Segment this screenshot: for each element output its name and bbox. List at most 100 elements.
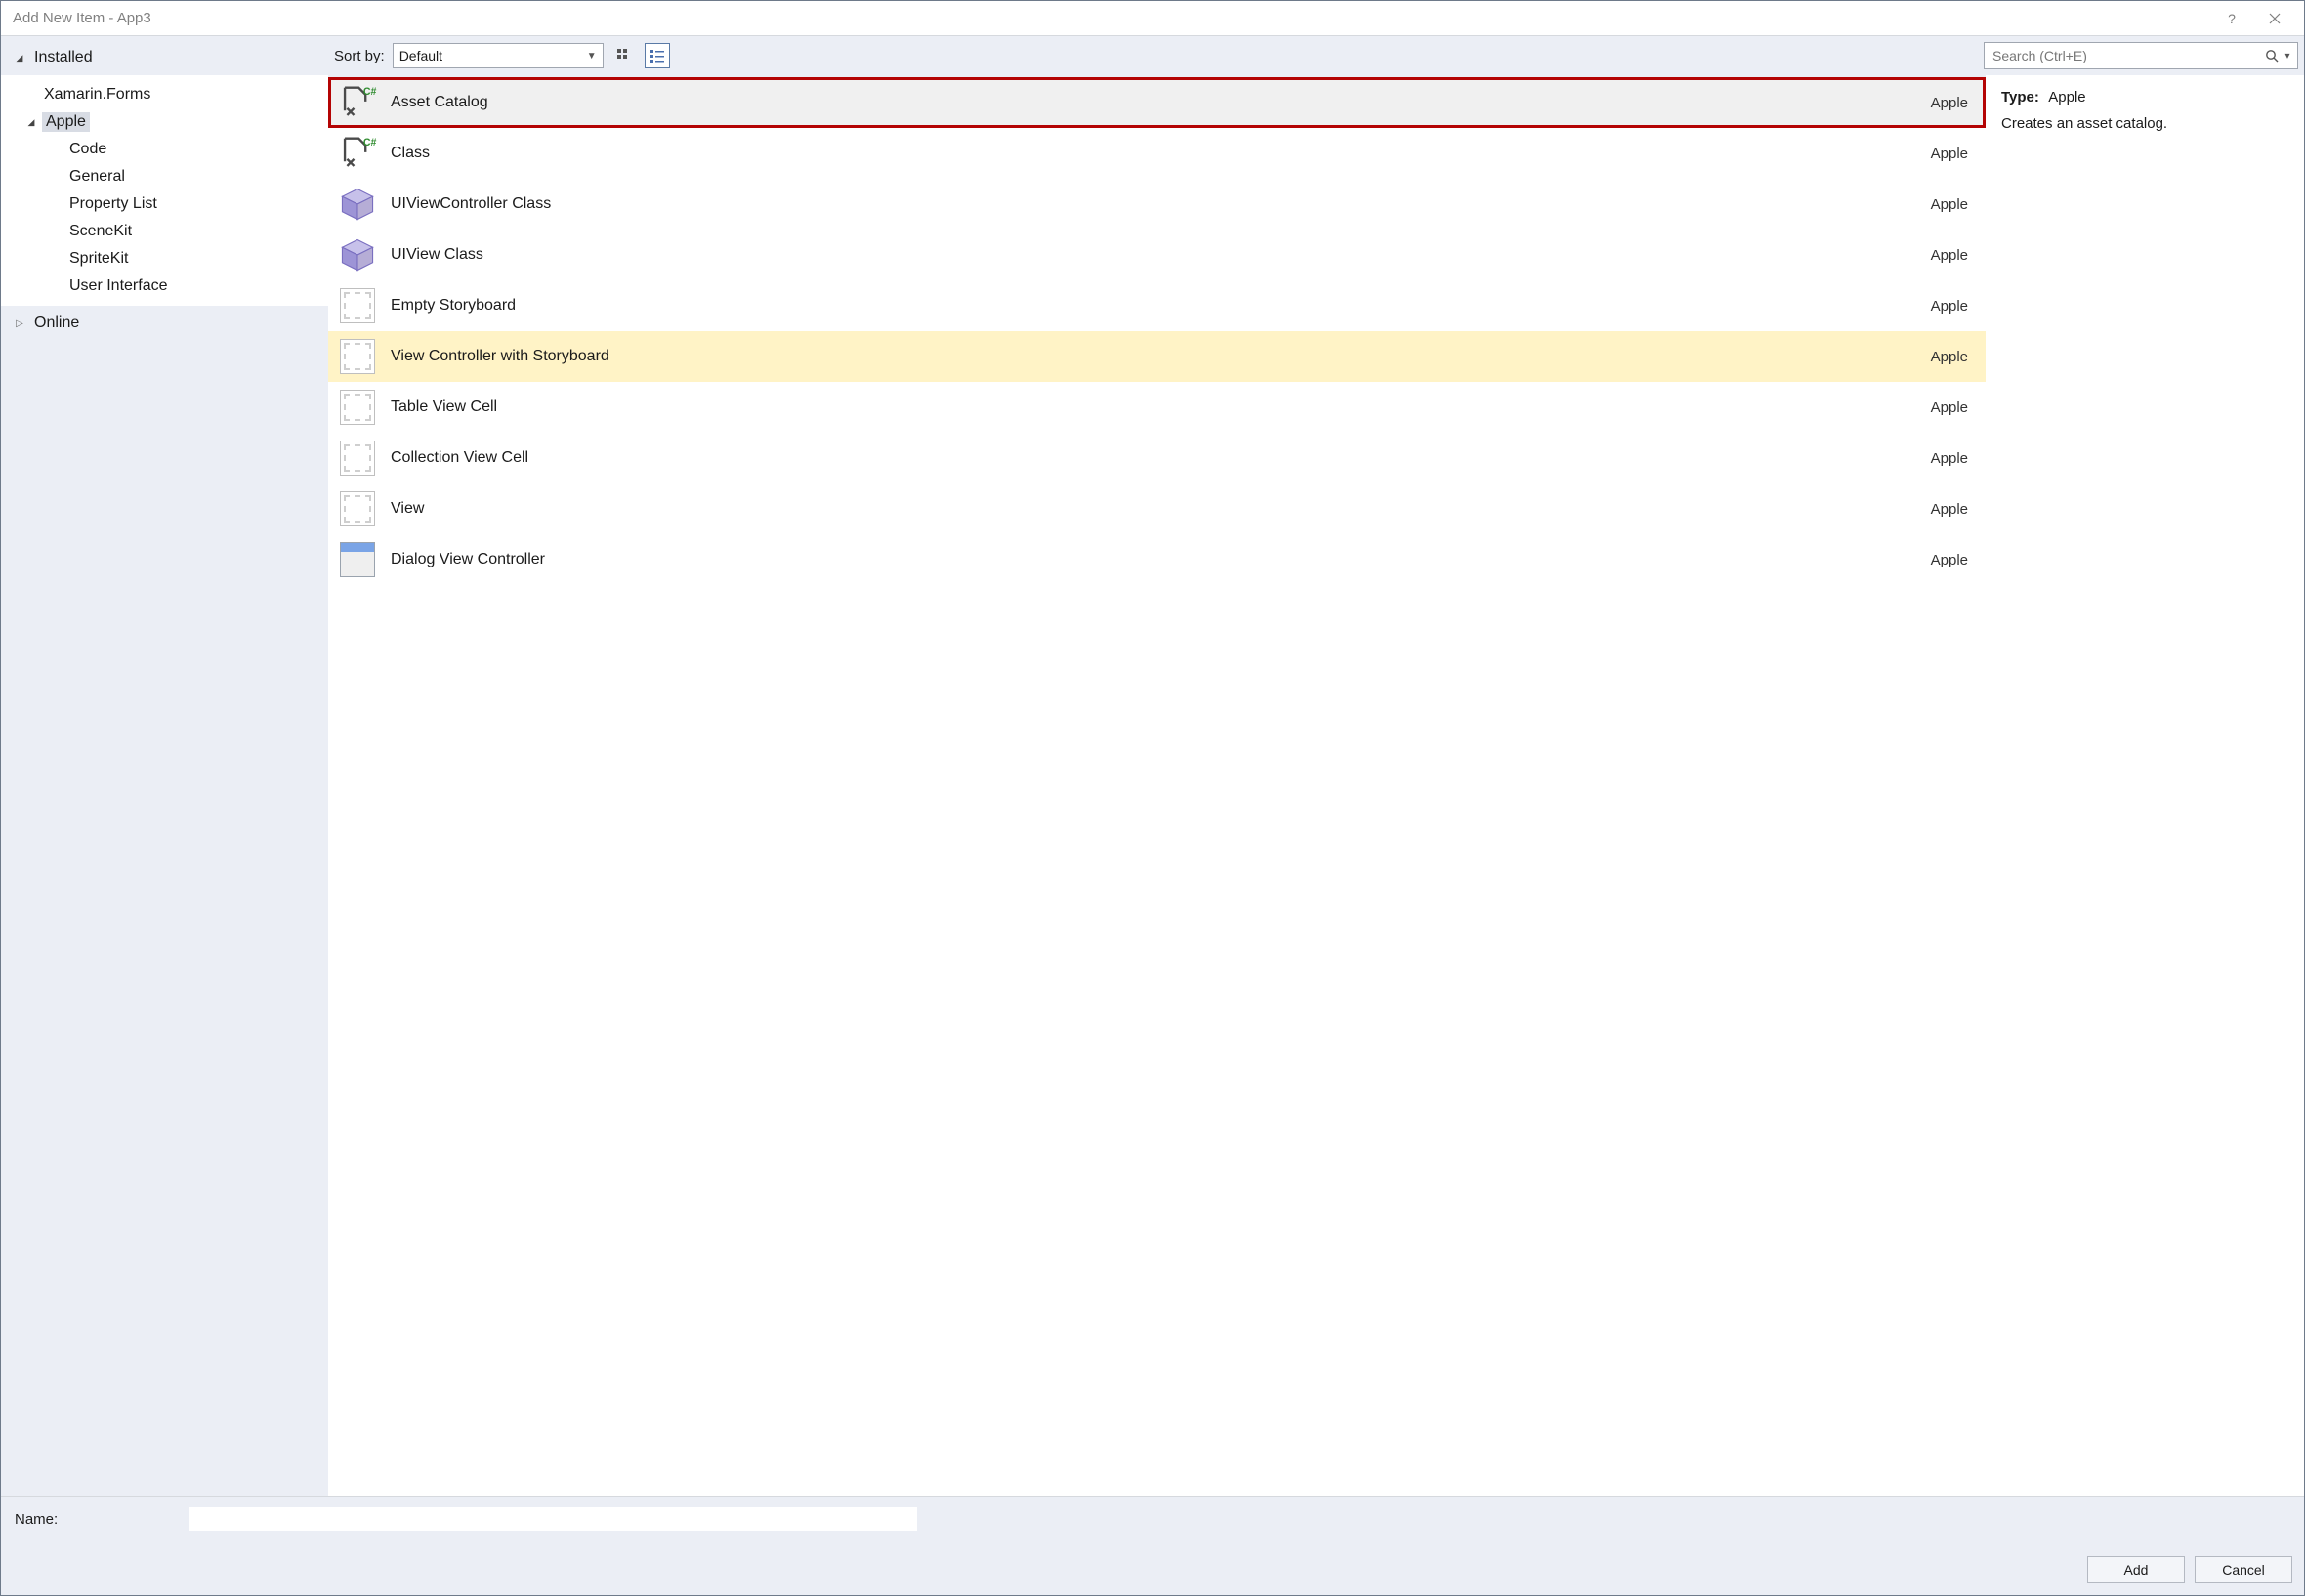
titlebar: Add New Item - App3 ? — [1, 1, 2304, 36]
template-row[interactable]: C# ClassApple — [328, 128, 1986, 179]
template-group: Apple — [1931, 95, 1968, 111]
search-icon[interactable] — [2262, 49, 2282, 63]
template-group: Apple — [1931, 298, 1968, 315]
main-area: Installed Xamarin.Forms Apple Code Gener… — [1, 36, 2304, 1496]
tree-installed-children: Xamarin.Forms Apple Code General Propert… — [1, 75, 328, 306]
template-icon — [338, 388, 377, 427]
template-group: Apple — [1931, 247, 1968, 264]
template-group: Apple — [1931, 196, 1968, 213]
tree-online[interactable]: Online — [1, 310, 328, 337]
details-type-row: Type: Apple — [2001, 89, 2288, 105]
toolbar: Sort by: Default ▼ ▾ — [328, 36, 2304, 75]
view-tiles-button[interactable] — [611, 43, 637, 68]
template-group: Apple — [1931, 552, 1968, 568]
details-description: Creates an asset catalog. — [2001, 115, 2288, 132]
list-icon — [650, 48, 665, 63]
tree-item-label: Apple — [42, 112, 90, 132]
tree-installed-label: Installed — [30, 48, 97, 67]
template-list[interactable]: C#Asset CatalogAppleC#ClassAppleUIViewCo… — [328, 77, 1986, 1496]
template-icon: C# — [338, 134, 377, 173]
name-input[interactable] — [189, 1507, 917, 1531]
template-name: Class — [391, 145, 1931, 162]
details-type-label: Type: — [2001, 89, 2039, 105]
template-row[interactable]: UIView ClassApple — [328, 230, 1986, 280]
template-name: UIView Class — [391, 246, 1931, 264]
tree-item-label: User Interface — [65, 276, 171, 296]
chevron-down-icon — [24, 115, 38, 129]
template-row[interactable]: Dialog View ControllerApple — [328, 534, 1986, 585]
template-name: View Controller with Storyboard — [391, 348, 1931, 365]
template-name: View — [391, 500, 1931, 518]
tree-online-label: Online — [30, 314, 83, 333]
tree-item-general[interactable]: General — [1, 163, 328, 190]
template-name: Empty Storyboard — [391, 297, 1931, 315]
template-group: Apple — [1931, 349, 1968, 365]
template-name: UIViewController Class — [391, 195, 1931, 213]
name-label: Name: — [13, 1511, 179, 1528]
help-button[interactable]: ? — [2210, 4, 2253, 33]
svg-text:C#: C# — [363, 86, 377, 98]
tree-item-label: General — [65, 167, 129, 187]
template-row[interactable]: C# Asset CatalogApple — [328, 77, 1986, 128]
template-name: Collection View Cell — [391, 449, 1931, 467]
category-tree: Installed Xamarin.Forms Apple Code Gener… — [1, 36, 328, 1496]
template-icon — [338, 185, 377, 224]
template-row[interactable]: Table View CellApple — [328, 382, 1986, 433]
sort-by-value: Default — [399, 48, 442, 63]
template-icon — [338, 439, 377, 478]
tree-installed[interactable]: Installed — [1, 44, 328, 71]
template-row[interactable]: UIViewController ClassApple — [328, 179, 1986, 230]
template-name: Table View Cell — [391, 399, 1931, 416]
tree-item-property-list[interactable]: Property List — [1, 190, 328, 218]
sort-by-select[interactable]: Default ▼ — [393, 43, 604, 68]
details-type-value: Apple — [2048, 89, 2085, 105]
bottom-panel: Name: Add Cancel — [1, 1496, 2304, 1595]
template-icon — [338, 489, 377, 528]
template-row[interactable]: View Controller with StoryboardApple — [328, 331, 1986, 382]
add-button-label: Add — [2124, 1562, 2149, 1577]
tree-item-label: SceneKit — [65, 222, 136, 241]
name-row: Name: — [13, 1507, 2292, 1531]
template-group: Apple — [1931, 501, 1968, 518]
window-title: Add New Item - App3 — [13, 10, 2210, 26]
template-row[interactable]: ViewApple — [328, 483, 1986, 534]
tree-item-label: SpriteKit — [65, 249, 132, 269]
tree-item-code[interactable]: Code — [1, 136, 328, 163]
template-row[interactable]: Empty StoryboardApple — [328, 280, 1986, 331]
search-dropdown-icon[interactable]: ▾ — [2282, 51, 2293, 62]
tree-item-user-interface[interactable]: User Interface — [1, 273, 328, 300]
template-group: Apple — [1931, 450, 1968, 467]
close-button[interactable] — [2253, 4, 2296, 33]
search-input[interactable] — [1992, 48, 2262, 63]
chevron-down-icon — [13, 51, 26, 64]
sort-by-label: Sort by: — [334, 48, 385, 64]
template-name: Asset Catalog — [391, 94, 1931, 111]
tree-item-label: Xamarin.Forms — [40, 85, 154, 105]
details-panel: Type: Apple Creates an asset catalog. — [1986, 75, 2304, 1496]
template-icon — [338, 540, 377, 579]
search-box[interactable]: ▾ — [1984, 42, 2298, 69]
tree-item-label: Code — [65, 140, 110, 159]
center-column: Sort by: Default ▼ ▾ C#Asset CatalogAppl… — [328, 36, 2304, 1496]
tree-item-apple[interactable]: Apple — [1, 108, 328, 136]
template-name: Dialog View Controller — [391, 551, 1931, 568]
template-group: Apple — [1931, 146, 1968, 162]
template-icon: C# — [338, 83, 377, 122]
tree-item-scenekit[interactable]: SceneKit — [1, 218, 328, 245]
tree-item-spritekit[interactable]: SpriteKit — [1, 245, 328, 273]
grid-icon — [616, 48, 632, 63]
tree-item-xamarin-forms[interactable]: Xamarin.Forms — [1, 81, 328, 108]
tree-item-label: Property List — [65, 194, 161, 214]
chevron-right-icon — [13, 316, 26, 330]
template-icon — [338, 235, 377, 274]
svg-text:C#: C# — [363, 137, 377, 148]
cancel-button[interactable]: Cancel — [2195, 1556, 2292, 1583]
template-icon — [338, 337, 377, 376]
view-list-button[interactable] — [645, 43, 670, 68]
template-group: Apple — [1931, 399, 1968, 416]
template-row[interactable]: Collection View CellApple — [328, 433, 1986, 483]
chevron-down-icon: ▼ — [587, 51, 597, 62]
add-button[interactable]: Add — [2087, 1556, 2185, 1583]
template-icon — [338, 286, 377, 325]
cancel-button-label: Cancel — [2222, 1562, 2265, 1577]
